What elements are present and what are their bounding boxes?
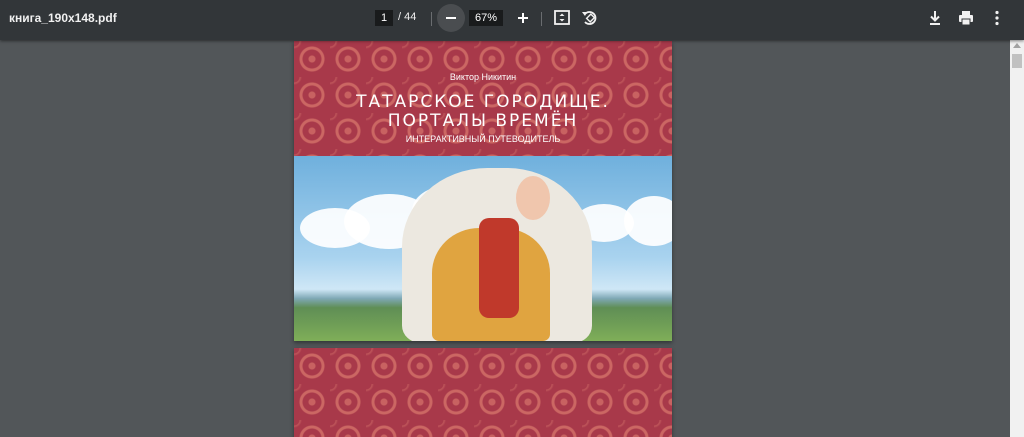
zoom-in-button[interactable] (509, 4, 537, 32)
vertical-scrollbar[interactable] (1010, 40, 1024, 437)
ornament-pattern (294, 348, 672, 437)
rotate-button[interactable] (577, 6, 603, 30)
divider (431, 12, 432, 26)
rotate-icon (582, 11, 597, 25)
pdf-page-2 (294, 348, 672, 437)
pdf-toolbar: книга_190x148.pdf 1 / 44 67% (0, 0, 1024, 40)
cover-photo (294, 156, 672, 341)
more-actions-button[interactable] (984, 6, 1010, 30)
cloud (624, 196, 672, 246)
scroll-up-arrow[interactable] (1013, 43, 1021, 48)
print-button[interactable] (953, 6, 979, 30)
page-count: / 44 (398, 11, 416, 23)
page-number-input[interactable]: 1 (375, 10, 393, 26)
page-separator: / (398, 11, 402, 23)
file-title: книга_190x148.pdf (9, 11, 117, 25)
fit-page-icon (554, 10, 570, 25)
scrollbar-thumb[interactable] (1012, 54, 1022, 68)
book-subtitle: ИНТЕРАКТИВНЫЙ ПУТЕВОДИТЕЛЬ (405, 134, 561, 144)
face (516, 176, 550, 220)
book-title-line-1: Татарское городище. (356, 92, 610, 112)
download-button[interactable] (922, 6, 948, 30)
more-icon (995, 10, 999, 26)
scarf (479, 218, 519, 318)
print-icon (959, 11, 973, 26)
total-pages: 44 (404, 11, 417, 23)
document-viewer[interactable]: Виктор Никитин Татарское городище. Порта… (0, 40, 1010, 437)
book-title: Татарское городище. Порталы времён (294, 93, 672, 131)
zoom-level-input[interactable]: 67% (469, 10, 503, 26)
pdf-page-1: Виктор Никитин Татарское городище. Порта… (294, 41, 672, 341)
book-title-line-2: Порталы времён (387, 111, 579, 131)
download-icon (930, 11, 940, 25)
book-author: Виктор Никитин (449, 72, 517, 82)
fit-page-button[interactable] (549, 6, 575, 30)
divider (541, 12, 542, 26)
zoom-out-button[interactable] (437, 4, 465, 32)
